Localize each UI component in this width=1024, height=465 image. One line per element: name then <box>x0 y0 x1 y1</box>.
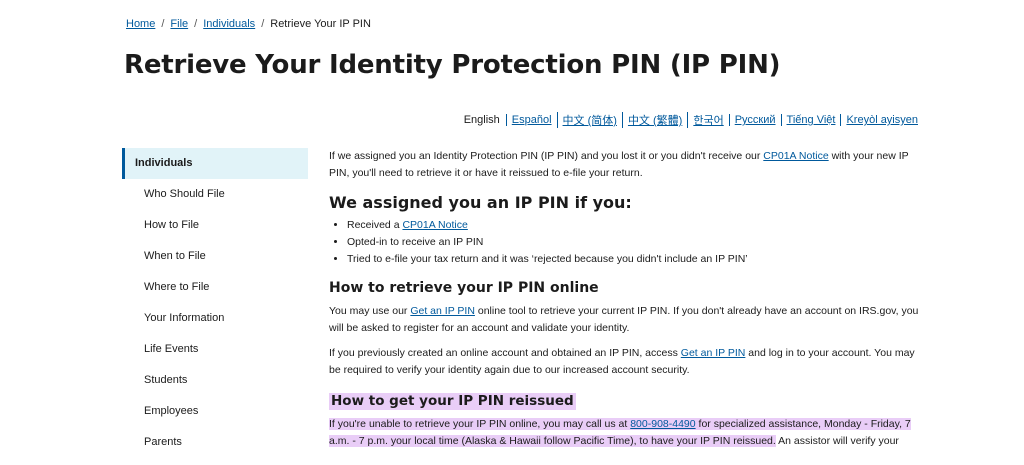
paragraph-text: An assistor will verify your <box>775 435 899 447</box>
get-ip-pin-link[interactable]: Get an IP PIN <box>410 305 475 317</box>
section-heading-reissued: How to get your IP PIN reissued <box>329 393 576 410</box>
breadcrumb-separator: / <box>194 18 198 30</box>
cp01a-notice-link[interactable]: CP01A Notice <box>402 219 467 231</box>
sidebar-item-where-to-file[interactable]: Where to File <box>122 272 308 303</box>
existing-account-paragraph: If you previously created an online acco… <box>329 345 924 379</box>
list-item: Received a CP01A Notice <box>347 217 924 234</box>
highlighted-text: If you're unable to retrieve your IP PIN… <box>329 418 631 430</box>
sidebar-item-students[interactable]: Students <box>122 365 308 396</box>
language-current: English <box>463 114 500 126</box>
section-heading-retrieve-online: How to retrieve your IP PIN online <box>329 280 599 296</box>
breadcrumb-home-link[interactable]: Home <box>126 18 155 30</box>
intro-paragraph: If we assigned you an Identity Protectio… <box>329 148 924 182</box>
sidebar-item-your-information[interactable]: Your Information <box>122 303 308 334</box>
sidebar-item-employees[interactable]: Employees <box>122 396 308 427</box>
cp01a-notice-link[interactable]: CP01A Notice <box>763 150 828 162</box>
language-link-korean[interactable]: 한국어 <box>693 115 723 127</box>
paragraph-text: If you previously created an online acco… <box>329 347 681 359</box>
intro-text: If we assigned you an Identity Protectio… <box>329 150 764 162</box>
sidebar-item-individuals[interactable]: Individuals <box>122 148 308 179</box>
get-ip-pin-link[interactable]: Get an IP PIN <box>681 347 746 359</box>
list-item: Opted-in to receive an IP PIN <box>347 234 924 251</box>
list-item: Tried to e-file your tax return and it w… <box>347 251 924 268</box>
breadcrumb-separator: / <box>261 18 265 30</box>
breadcrumb-individuals-link[interactable]: Individuals <box>203 18 255 30</box>
breadcrumb-file-link[interactable]: File <box>170 18 188 30</box>
language-link-chinese-simplified[interactable]: 中文 (简体) <box>563 115 617 127</box>
section-heading-assigned: We assigned you an IP PIN if you: <box>329 193 632 212</box>
paragraph-text: You may use our <box>329 305 411 317</box>
language-link-haitian-creole[interactable]: Kreyòl ayisyen <box>846 114 918 126</box>
sidebar-nav: Individuals Who Should File How to File … <box>122 148 308 458</box>
language-link-chinese-traditional[interactable]: 中文 (繁體) <box>628 115 682 127</box>
main-content: If we assigned you an Identity Protectio… <box>329 148 924 458</box>
reissue-paragraph: If you're unable to retrieve your IP PIN… <box>329 416 924 450</box>
language-link-spanish[interactable]: Español <box>512 114 552 126</box>
list-item-text: Received a <box>347 219 403 231</box>
page-title: Retrieve Your Identity Protection PIN (I… <box>124 50 781 80</box>
breadcrumb-separator: / <box>161 18 165 30</box>
sidebar-item-life-events[interactable]: Life Events <box>122 334 308 365</box>
language-link-vietnamese[interactable]: Tiếng Việt <box>787 114 836 126</box>
sidebar-item-who-should-file[interactable]: Who Should File <box>122 179 308 210</box>
sidebar-item-parents[interactable]: Parents <box>122 427 308 458</box>
assigned-criteria-list: Received a CP01A Notice Opted-in to rece… <box>329 217 924 268</box>
language-selector: English Español 中文 (简体) 中文 (繁體) 한국어 Русс… <box>459 112 923 128</box>
language-link-russian[interactable]: Русский <box>735 114 776 126</box>
sidebar-item-when-to-file[interactable]: When to File <box>122 241 308 272</box>
phone-number-link[interactable]: 800-908-4490 <box>630 418 696 430</box>
sidebar-item-how-to-file[interactable]: How to File <box>122 210 308 241</box>
breadcrumb: Home / File / Individuals / Retrieve You… <box>126 18 371 30</box>
retrieve-online-paragraph: You may use our Get an IP PIN online too… <box>329 303 924 337</box>
breadcrumb-current: Retrieve Your IP PIN <box>270 18 371 30</box>
